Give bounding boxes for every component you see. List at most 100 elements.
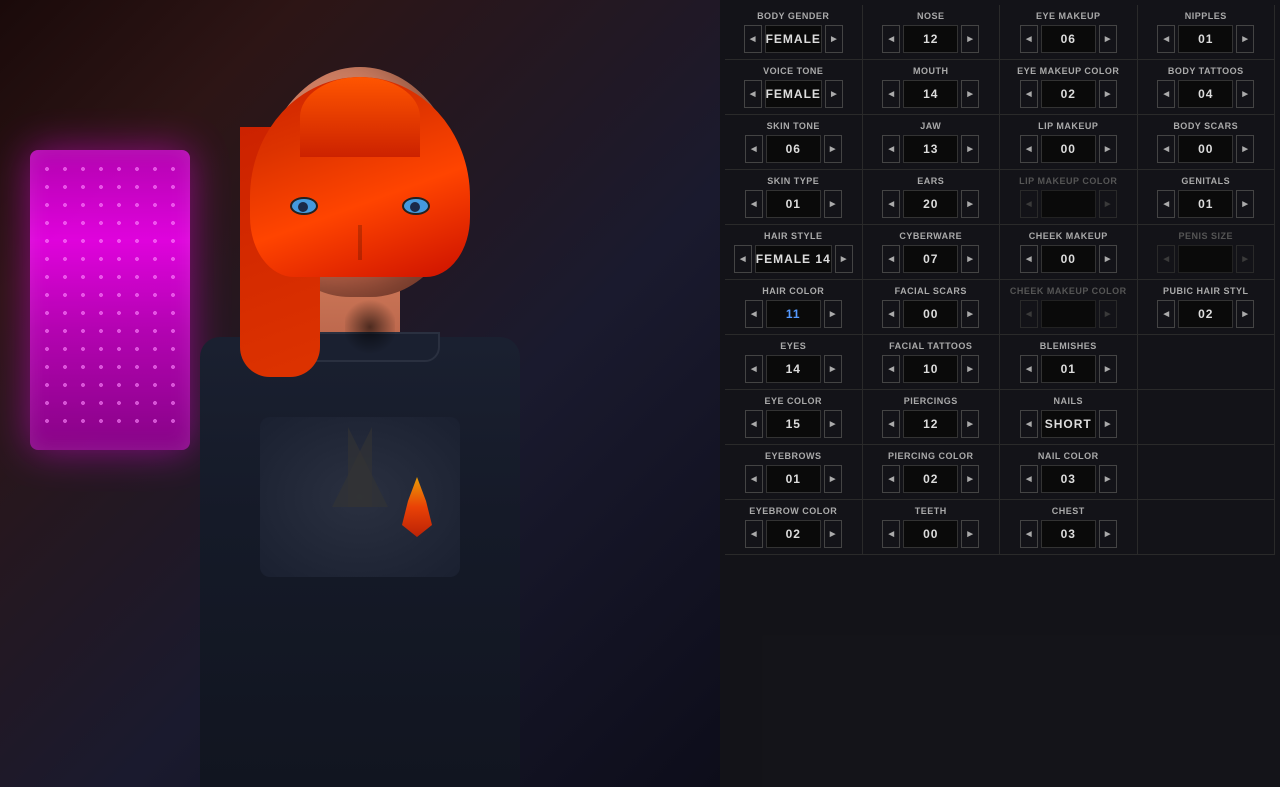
attr-btn-right-2-2[interactable]: ►: [1099, 135, 1117, 163]
attr-cell-3-1: EARS◄20►: [863, 170, 1001, 225]
attr-btn-right-3-0[interactable]: ►: [824, 190, 842, 218]
attr-btn-right-8-1[interactable]: ►: [961, 465, 979, 493]
attr-btn-left-5-3[interactable]: ◄: [1157, 300, 1175, 328]
attr-value-9-0: 02: [766, 520, 821, 548]
attr-btn-left-6-1[interactable]: ◄: [882, 355, 900, 383]
attr-btn-left-9-1[interactable]: ◄: [882, 520, 900, 548]
attr-btn-right-1-0[interactable]: ►: [825, 80, 843, 108]
attr-btn-right-1-1[interactable]: ►: [961, 80, 979, 108]
attr-value-2-3: 00: [1178, 135, 1233, 163]
attr-btn-right-9-0[interactable]: ►: [824, 520, 842, 548]
attr-btn-right-0-0[interactable]: ►: [825, 25, 843, 53]
attr-btn-left-7-1[interactable]: ◄: [882, 410, 900, 438]
attr-value-3-3: 01: [1178, 190, 1233, 218]
attr-btn-left-1-2[interactable]: ◄: [1020, 80, 1038, 108]
attr-label-7-2: NAILS: [1004, 396, 1133, 406]
attr-btn-left-0-2[interactable]: ◄: [1020, 25, 1038, 53]
attr-control-2-2: ◄00►: [1004, 135, 1133, 163]
attr-btn-right-9-2[interactable]: ►: [1099, 520, 1117, 548]
attr-value-5-1: 00: [903, 300, 958, 328]
attr-label-8-0: EYEBROWS: [729, 451, 858, 461]
attr-btn-left-9-2[interactable]: ◄: [1020, 520, 1038, 548]
attr-cell-6-3: [1138, 335, 1276, 390]
attr-btn-right-2-0[interactable]: ►: [824, 135, 842, 163]
attr-btn-left-1-1[interactable]: ◄: [882, 80, 900, 108]
attr-btn-right-1-2[interactable]: ►: [1099, 80, 1117, 108]
attr-btn-right-9-1[interactable]: ►: [961, 520, 979, 548]
attr-btn-right-4-1[interactable]: ►: [961, 245, 979, 273]
attr-btn-right-6-0[interactable]: ►: [824, 355, 842, 383]
attr-btn-right-7-2[interactable]: ►: [1099, 410, 1117, 438]
attr-control-6-1: ◄10►: [867, 355, 996, 383]
attr-btn-left-4-2[interactable]: ◄: [1020, 245, 1038, 273]
attr-value-1-2: 02: [1041, 80, 1096, 108]
attr-btn-right-8-2[interactable]: ►: [1099, 465, 1117, 493]
attr-label-0-2: EYE MAKEUP: [1004, 11, 1133, 21]
attr-btn-left-8-0[interactable]: ◄: [745, 465, 763, 493]
attr-btn-left-6-0[interactable]: ◄: [745, 355, 763, 383]
attr-btn-left-0-0[interactable]: ◄: [744, 25, 762, 53]
attr-btn-left-8-2[interactable]: ◄: [1020, 465, 1038, 493]
attr-cell-1-0: VOICE TONE◄FEMALE►: [725, 60, 863, 115]
attr-cell-1-3: BODY TATTOOS◄04►: [1138, 60, 1276, 115]
attr-btn-left-0-1[interactable]: ◄: [882, 25, 900, 53]
attr-btn-right-5-0[interactable]: ►: [824, 300, 842, 328]
attr-label-2-2: LIP MAKEUP: [1004, 121, 1133, 131]
attr-btn-right-1-3[interactable]: ►: [1236, 80, 1254, 108]
attr-btn-left-2-2[interactable]: ◄: [1020, 135, 1038, 163]
attr-btn-right-5-1[interactable]: ►: [961, 300, 979, 328]
attr-btn-right-0-3[interactable]: ►: [1236, 25, 1254, 53]
attr-btn-right-2-1[interactable]: ►: [961, 135, 979, 163]
attr-btn-left-5-0[interactable]: ◄: [745, 300, 763, 328]
attr-btn-left-6-2[interactable]: ◄: [1020, 355, 1038, 383]
attr-btn-left-1-0[interactable]: ◄: [744, 80, 762, 108]
attr-btn-right-0-1[interactable]: ►: [961, 25, 979, 53]
attr-btn-right-8-0[interactable]: ►: [824, 465, 842, 493]
attr-btn-left-2-1[interactable]: ◄: [882, 135, 900, 163]
attr-btn-right-2-3[interactable]: ►: [1236, 135, 1254, 163]
attr-cell-7-2: NAILS◄SHORT►: [1000, 390, 1138, 445]
attr-control-8-1: ◄02►: [867, 465, 996, 493]
attr-btn-right-6-1[interactable]: ►: [961, 355, 979, 383]
attr-label-4-1: CYBERWARE: [867, 231, 996, 241]
attr-btn-right-0-2[interactable]: ►: [1099, 25, 1117, 53]
attr-control-3-0: ◄01►: [729, 190, 858, 218]
attr-btn-left-9-0[interactable]: ◄: [745, 520, 763, 548]
attr-btn-right-3-1[interactable]: ►: [961, 190, 979, 218]
attr-label-4-3: PENIS SIZE: [1142, 231, 1271, 241]
attr-btn-left-7-0[interactable]: ◄: [745, 410, 763, 438]
attr-btn-left-3-3[interactable]: ◄: [1157, 190, 1175, 218]
attr-btn-left-5-1[interactable]: ◄: [882, 300, 900, 328]
attr-value-6-1: 10: [903, 355, 958, 383]
attr-value-9-1: 00: [903, 520, 958, 548]
attr-btn-left-3-1[interactable]: ◄: [882, 190, 900, 218]
attr-btn-right-7-1[interactable]: ►: [961, 410, 979, 438]
attr-btn-right-7-0[interactable]: ►: [824, 410, 842, 438]
attr-btn-left-1-3[interactable]: ◄: [1157, 80, 1175, 108]
attr-btn-right-5-3[interactable]: ►: [1236, 300, 1254, 328]
attr-btn-left-7-2[interactable]: ◄: [1020, 410, 1038, 438]
attr-btn-right-4-3: ►: [1236, 245, 1254, 273]
attr-label-3-2: LIP MAKEUP COLOR: [1004, 176, 1133, 186]
attr-control-1-3: ◄04►: [1142, 80, 1271, 108]
attr-control-6-0: ◄14►: [729, 355, 858, 383]
char-eye-right: [402, 197, 430, 215]
attr-label-6-1: FACIAL TATTOOS: [867, 341, 996, 351]
attr-cell-9-0: EYEBROW COLOR◄02►: [725, 500, 863, 555]
attr-btn-right-4-2[interactable]: ►: [1099, 245, 1117, 273]
attr-btn-left-2-3[interactable]: ◄: [1157, 135, 1175, 163]
attr-cell-3-0: SKIN TYPE◄01►: [725, 170, 863, 225]
attr-btn-right-6-2[interactable]: ►: [1099, 355, 1117, 383]
attr-btn-left-0-3[interactable]: ◄: [1157, 25, 1175, 53]
attr-btn-right-4-0[interactable]: ►: [835, 245, 853, 273]
char-eyes: [290, 197, 430, 215]
attr-btn-right-3-3[interactable]: ►: [1236, 190, 1254, 218]
attr-btn-left-3-0[interactable]: ◄: [745, 190, 763, 218]
attr-btn-left-4-1[interactable]: ◄: [882, 245, 900, 273]
attr-btn-left-4-0[interactable]: ◄: [734, 245, 752, 273]
attr-value-9-2: 03: [1041, 520, 1096, 548]
attr-value-4-1: 07: [903, 245, 958, 273]
attr-btn-left-2-0[interactable]: ◄: [745, 135, 763, 163]
attr-btn-left-8-1[interactable]: ◄: [882, 465, 900, 493]
attr-label-4-0: HAIR STYLE: [729, 231, 858, 241]
